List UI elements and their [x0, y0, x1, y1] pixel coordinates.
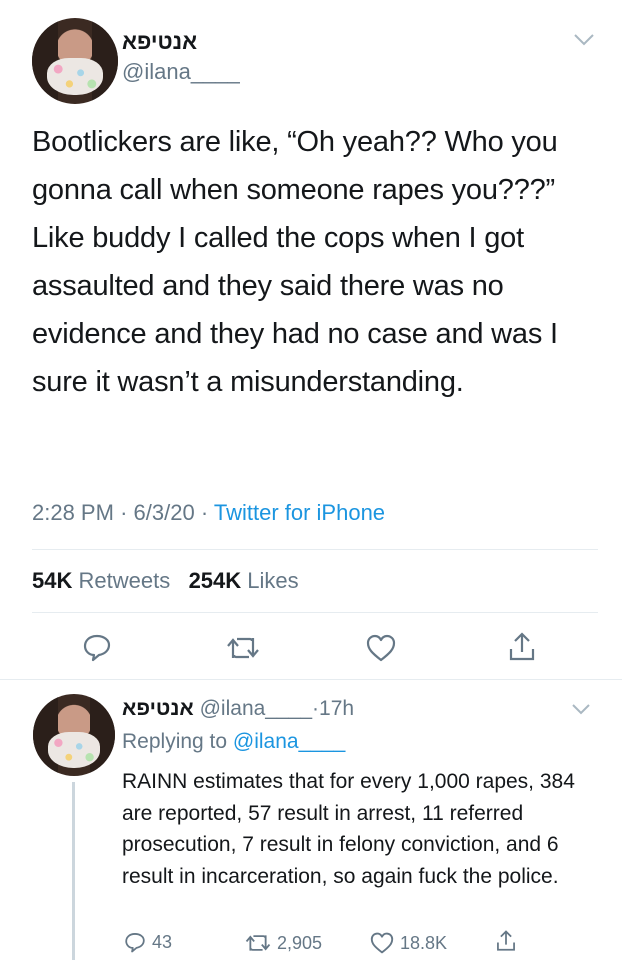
reply-count: 43 [152, 931, 173, 952]
retweets-stat[interactable]: 54K Retweets [32, 568, 176, 593]
replying-to: Replying to @ilana____ [122, 730, 345, 754]
avatar-hair [92, 18, 118, 104]
meta-separator: · [120, 500, 128, 525]
tweet-text: Bootlickers are like, “Oh yeah?? Who you… [32, 126, 558, 398]
reply-handle[interactable]: @ilana____ [200, 697, 312, 720]
reply-header: אנטיפא @ilana____·17h [122, 697, 354, 721]
retweet-icon[interactable] [226, 634, 260, 662]
like-count: 18.8K [400, 932, 448, 953]
tweet-time: 2:28 PM [32, 500, 114, 525]
replying-to-handle[interactable]: @ilana____ [233, 730, 345, 753]
reply-action-reply[interactable]: 43 [124, 931, 172, 953]
reply-icon[interactable] [82, 632, 112, 662]
retweets-label: Retweets [78, 568, 171, 593]
like-icon [370, 932, 394, 954]
likes-label: Likes [247, 568, 299, 593]
reply-display-name[interactable]: אנטיפא [122, 697, 194, 720]
reply-icon [125, 933, 145, 953]
retweet-count: 2,905 [277, 932, 323, 953]
reply-avatar[interactable] [33, 694, 115, 776]
like-icon[interactable] [366, 634, 396, 662]
reply-text: RAINN estimates that for every 1,000 rap… [122, 770, 575, 888]
retweet-icon [245, 935, 271, 951]
meta-separator: · [200, 500, 209, 525]
reply-action-like[interactable]: 18.8K [370, 932, 447, 954]
engagement-stats: 54K Retweets 254K Likes [32, 568, 299, 594]
replying-to-label: Replying to [122, 730, 228, 753]
tweet-date: 6/3/20 [133, 500, 195, 525]
divider [0, 679, 622, 680]
tweet-meta: 2:28 PM · 6/3/20 · Twitter for iPhone [32, 500, 385, 526]
likes-stat[interactable]: 254K Likes [189, 568, 299, 593]
thread-line [72, 782, 75, 960]
share-icon[interactable] [495, 929, 517, 953]
display-name[interactable]: אנטיפא [122, 29, 197, 55]
avatar-mask [47, 57, 103, 96]
avatar-mask [47, 731, 101, 768]
divider [32, 549, 598, 550]
chevron-down-icon[interactable] [573, 33, 595, 47]
divider [32, 612, 598, 613]
reply-age: ·17h [312, 697, 355, 720]
likes-count: 254K [188, 568, 242, 593]
retweets-count: 54K [32, 568, 73, 593]
reply-action-retweet[interactable]: 2,905 [245, 932, 322, 954]
avatar-hair [90, 694, 115, 776]
share-icon[interactable] [507, 631, 537, 663]
handle[interactable]: @ilana____ [122, 59, 240, 85]
avatar[interactable] [32, 18, 118, 104]
chevron-down-icon[interactable] [571, 703, 591, 715]
tweet-source[interactable]: Twitter for iPhone [214, 500, 385, 525]
